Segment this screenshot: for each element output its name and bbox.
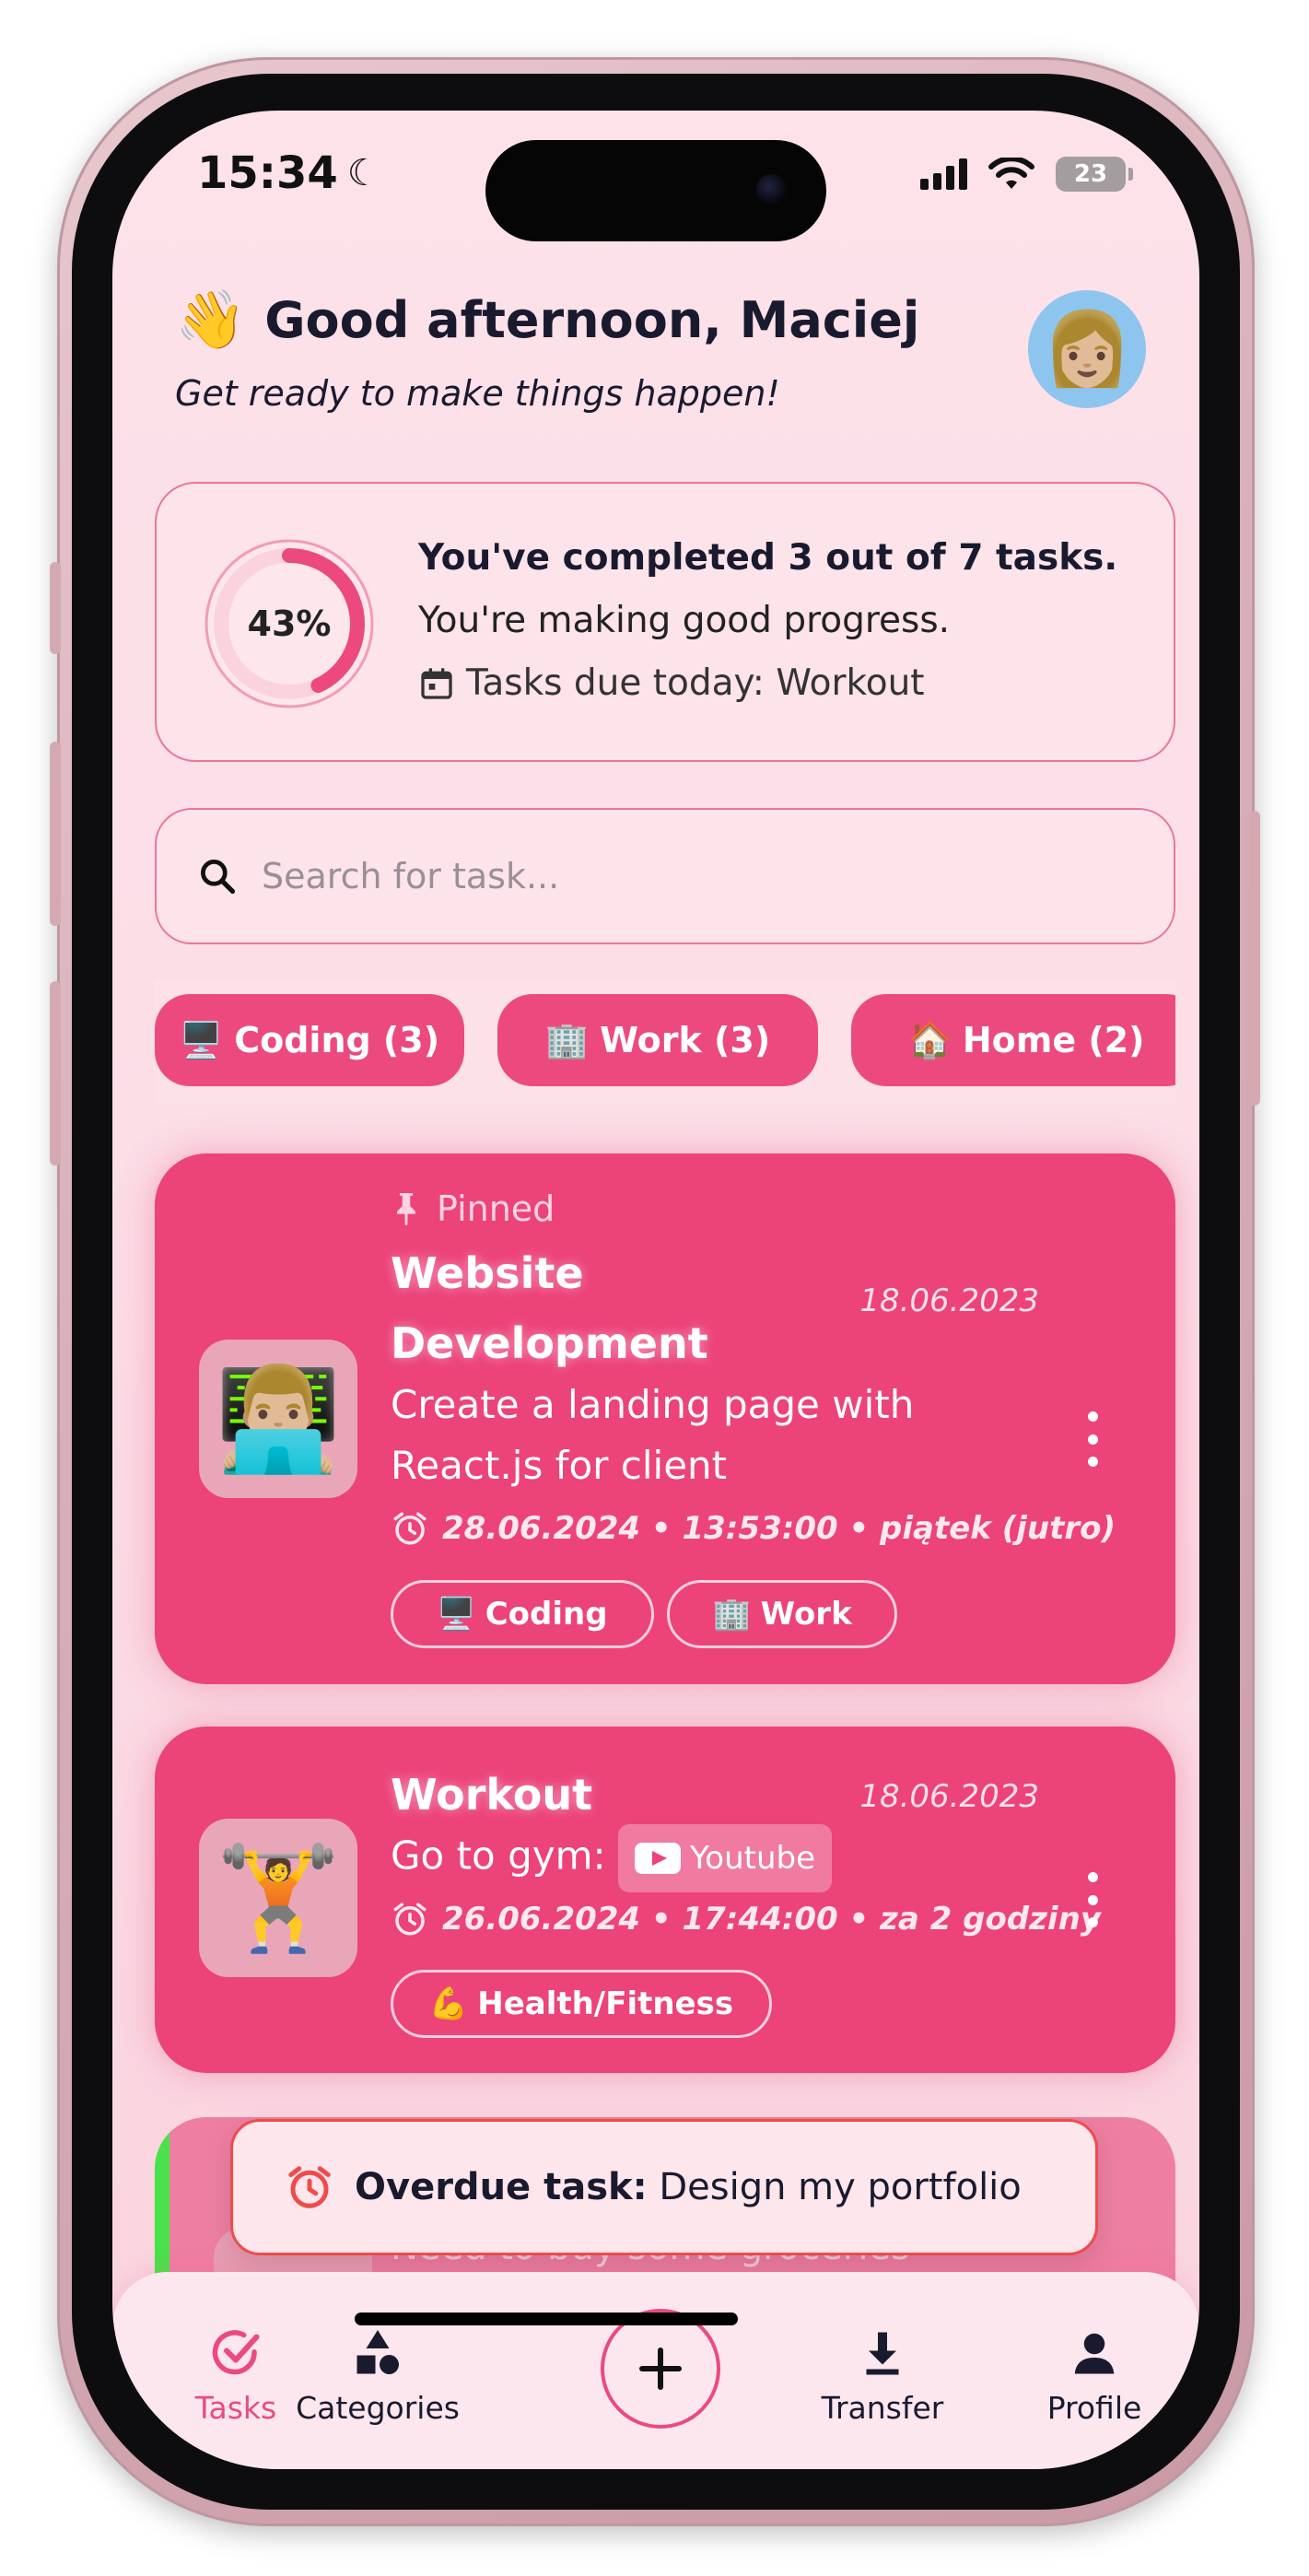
monitor-icon: 🖥️	[437, 1596, 476, 1633]
task-description-line: Create a landing page with	[391, 1382, 915, 1427]
tag-label: Health/Fitness	[477, 1985, 734, 2022]
progress-percent: 43%	[247, 603, 332, 644]
alarm-clock-icon	[393, 1903, 427, 1936]
search-input[interactable]	[262, 856, 1091, 896]
weightlifter-icon: 🏋️	[215, 1838, 342, 1957]
youtube-icon	[635, 1843, 682, 1874]
wifi-icon	[988, 158, 1034, 189]
person-icon	[1067, 2325, 1122, 2381]
tag-label: Coding	[485, 1596, 608, 1633]
nav-label: Transfer	[821, 2390, 944, 2426]
greeting-subtitle: Get ready to make things happen!	[175, 373, 780, 414]
category-chips: 🖥️ Coding (3) 🏢 Work (3) 🏠 Home (2)	[155, 978, 1175, 1104]
chip-label: Home (2)	[962, 1020, 1145, 1060]
alarm-clock-icon	[393, 1512, 427, 1545]
alarm-clock-icon	[288, 2166, 331, 2208]
task-card[interactable]: 🏋️ Workout 18.06.2023 Go to gym: Youtube…	[155, 1727, 1175, 2073]
greeting: 👋 Good afternoon, Maciej	[175, 286, 919, 354]
task-card[interactable]: 👨🏼‍💻 Pinned Website Development 18.06.20…	[155, 1153, 1175, 1684]
volume-up-button	[50, 742, 61, 926]
avatar-emoji: 👩🏼	[1042, 307, 1132, 391]
progress-title: You've completed 3 out of 7 tasks.	[418, 537, 1118, 579]
chip-label: Work (3)	[600, 1020, 771, 1060]
task-title: Website Development	[391, 1238, 708, 1378]
task-tag-work[interactable]: 🏢 Work	[667, 1580, 897, 1648]
task-date: 18.06.2023	[859, 1778, 1039, 1815]
pinned-label: Pinned	[391, 1188, 555, 1229]
volume-down-button	[50, 981, 61, 1165]
due-today: Tasks due today: Workout	[418, 662, 925, 704]
progress-card: 43% You've completed 3 out of 7 tasks. Y…	[155, 482, 1175, 762]
signal-icon	[920, 158, 967, 190]
task-due: 26.06.2024 • 17:44:00 • za 2 godziny	[391, 1900, 1101, 1938]
task-title-line: Website	[391, 1248, 584, 1298]
avatar[interactable]: 👩🏼	[1028, 290, 1146, 408]
task-title: Workout	[391, 1770, 593, 1820]
task-tag-health-fitness[interactable]: 💪 Health/Fitness	[391, 1970, 772, 2038]
flexed-bicep-icon: 💪	[428, 1985, 469, 2022]
task-description-text: Go to gym:	[391, 1832, 606, 1879]
due-today-text: Tasks due today: Workout	[466, 662, 925, 704]
clock: 15:34	[197, 147, 338, 199]
wave-icon: 👋	[175, 286, 247, 353]
nav-categories[interactable]: Categories	[260, 2325, 496, 2426]
nav-transfer[interactable]: Transfer	[800, 2325, 965, 2426]
task-emoji: 👨🏼‍💻	[199, 1340, 357, 1498]
developer-icon: 👨🏼‍💻	[215, 1359, 342, 1478]
shapes-icon	[350, 2325, 405, 2381]
task-due: 28.06.2024 • 13:53:00 • piątek (jutro)	[391, 1509, 1116, 1548]
battery-level: 23	[1073, 160, 1108, 188]
youtube-link[interactable]: Youtube	[618, 1824, 833, 1892]
toast-label: Overdue task:	[355, 2166, 648, 2208]
camera	[756, 174, 788, 205]
task-date: 18.06.2023	[859, 1282, 1039, 1319]
home-indicator	[355, 2313, 738, 2325]
task-description: Go to gym: Youtube	[391, 1824, 833, 1892]
category-chip-coding[interactable]: 🖥️ Coding (3)	[155, 994, 464, 1086]
youtube-link-label: Youtube	[690, 1840, 816, 1877]
monitor-icon: 🖥️	[179, 1019, 224, 1060]
office-building-icon: 🏢	[712, 1596, 752, 1633]
bottom-nav: Tasks Categories Transfer Profile	[112, 2272, 1199, 2469]
task-description: Create a landing page with React.js for …	[391, 1375, 914, 1496]
screen: 15:34 ☾ 23 👋 Good afternoon, Maciej Get …	[112, 111, 1199, 2469]
download-icon	[855, 2325, 910, 2381]
search-bar[interactable]	[155, 808, 1175, 944]
search-icon	[201, 860, 236, 895]
power-button	[1249, 811, 1260, 1106]
category-chip-home[interactable]: 🏠 Home (2)	[851, 994, 1175, 1086]
task-menu-button[interactable]	[1083, 1411, 1102, 1467]
nav-profile[interactable]: Profile	[1011, 2325, 1177, 2426]
status-icons: 23	[920, 157, 1133, 192]
chip-label: Coding (3)	[234, 1020, 440, 1060]
calendar-icon	[421, 667, 452, 699]
plus-icon	[639, 2348, 682, 2390]
house-icon: 🏠	[907, 1019, 952, 1060]
progress-message: You're making good progress.	[418, 600, 951, 641]
task-tag-coding[interactable]: 🖥️ Coding	[391, 1580, 654, 1648]
office-building-icon: 🏢	[544, 1019, 590, 1060]
tag-label: Work	[760, 1596, 852, 1633]
toast-message: Design my portfolio	[659, 2166, 1022, 2208]
action-button	[50, 562, 61, 654]
status-time: 15:34 ☾	[197, 147, 380, 199]
nav-label: Categories	[296, 2390, 460, 2426]
task-description-line: React.js for client	[391, 1443, 728, 1488]
task-title-line: Development	[391, 1318, 708, 1368]
task-due-text: 26.06.2024 • 17:44:00 • za 2 godziny	[442, 1901, 1101, 1938]
overdue-toast[interactable]: Overdue task: Design my portfolio	[230, 2119, 1098, 2255]
nav-label: Profile	[1046, 2390, 1142, 2426]
moon-icon: ☾	[346, 152, 380, 194]
pinned-text: Pinned	[437, 1188, 555, 1229]
task-menu-button[interactable]	[1083, 1872, 1102, 1927]
add-task-button[interactable]	[601, 2309, 720, 2429]
category-chip-work[interactable]: 🏢 Work (3)	[497, 994, 818, 1086]
task-emoji: 🏋️	[199, 1819, 357, 1977]
dynamic-island	[485, 140, 826, 241]
pin-icon	[397, 1193, 415, 1226]
battery-icon: 23	[1056, 157, 1133, 192]
check-circle-icon	[208, 2325, 263, 2381]
task-due-text: 28.06.2024 • 13:53:00 • piątek (jutro)	[442, 1510, 1116, 1547]
greeting-text: Good afternoon, Maciej	[264, 290, 920, 349]
